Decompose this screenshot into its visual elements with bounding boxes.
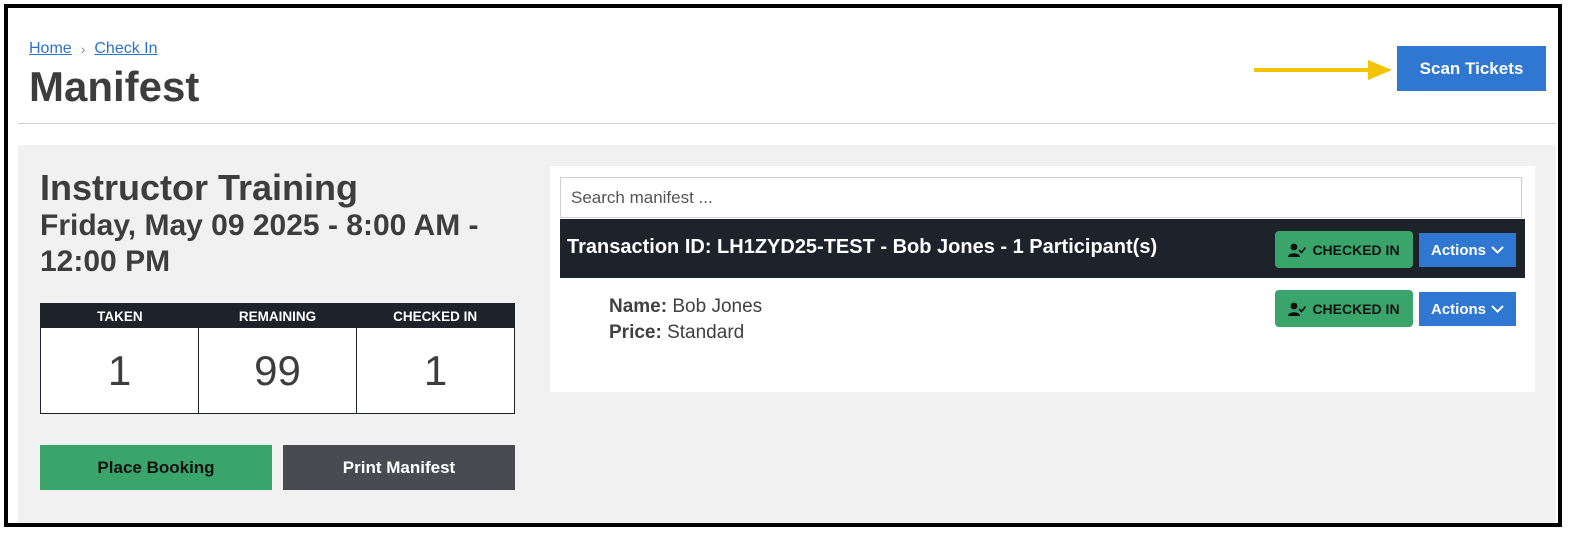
stats-table: TAKEN REMAINING CHECKED IN 1 99 1	[40, 303, 515, 414]
scan-tickets-button[interactable]: Scan Tickets	[1397, 46, 1546, 91]
user-check-icon	[1288, 302, 1307, 316]
header-divider	[18, 123, 1556, 124]
transaction-actions-button[interactable]: Actions	[1419, 233, 1516, 267]
actions-label: Actions	[1430, 300, 1486, 318]
stats-value-checked-in: 1	[423, 346, 448, 394]
participant-name-label: Name:	[609, 296, 668, 317]
checked-in-label: CHECKED IN	[1312, 300, 1400, 317]
participant-name: Bob Jones	[672, 296, 763, 317]
search-manifest-input[interactable]	[560, 177, 1522, 218]
actions-label: Actions	[1430, 241, 1486, 259]
stats-header-remaining: REMAINING	[238, 308, 317, 324]
user-check-icon	[1288, 243, 1307, 257]
participant-price: Standard	[667, 322, 745, 343]
chevron-down-icon	[1491, 246, 1504, 254]
print-manifest-button[interactable]: Print Manifest	[283, 445, 515, 490]
participant-checked-in-button[interactable]: CHECKED IN	[1275, 290, 1413, 327]
breadcrumb-check-in-link[interactable]: Check In	[94, 40, 157, 58]
participant-actions-button[interactable]: Actions	[1419, 292, 1516, 326]
participant-price-label: Price:	[609, 322, 662, 343]
event-date: Friday, May 09 2025 - 8:00 AM - 12:00 PM	[40, 209, 479, 278]
main-content: Instructor Training Friday, May 09 2025 …	[18, 145, 1556, 523]
manifest-panel: Transaction ID: LH1ZYD25-TEST - Bob Jone…	[550, 166, 1535, 392]
chevron-down-icon	[1491, 305, 1504, 313]
stats-value-taken: 1	[41, 328, 199, 413]
stats-header-row: TAKEN REMAINING CHECKED IN	[41, 304, 514, 328]
place-booking-button[interactable]: Place Booking	[40, 445, 272, 490]
event-title: Instructor Training	[40, 167, 359, 208]
participant-name-line: Name: Bob Jones	[609, 294, 762, 320]
app-frame: Home › Check In Manifest Scan Tickets In…	[4, 4, 1562, 527]
breadcrumb-home-link[interactable]: Home	[29, 40, 72, 58]
participant-details: Name: Bob Jones Price: Standard	[609, 294, 762, 346]
checked-in-label: CHECKED IN	[1312, 241, 1400, 258]
breadcrumb-separator: ›	[80, 41, 86, 57]
stats-header-taken: TAKEN	[97, 308, 143, 324]
transaction-row: Transaction ID: LH1ZYD25-TEST - Bob Jone…	[560, 219, 1525, 278]
breadcrumb: Home › Check In	[29, 40, 158, 58]
arrow-right-icon	[1254, 60, 1392, 80]
participant-price-line: Price: Standard	[609, 320, 762, 346]
stats-value-remaining: 99	[199, 328, 357, 413]
transaction-title: Transaction ID: LH1ZYD25-TEST - Bob Jone…	[567, 236, 1158, 258]
page-title: Manifest	[29, 63, 200, 110]
stats-header-checked-in: CHECKED IN	[393, 308, 478, 324]
stats-value-row: 1 99 1	[41, 328, 514, 413]
transaction-checked-in-button[interactable]: CHECKED IN	[1275, 231, 1413, 268]
